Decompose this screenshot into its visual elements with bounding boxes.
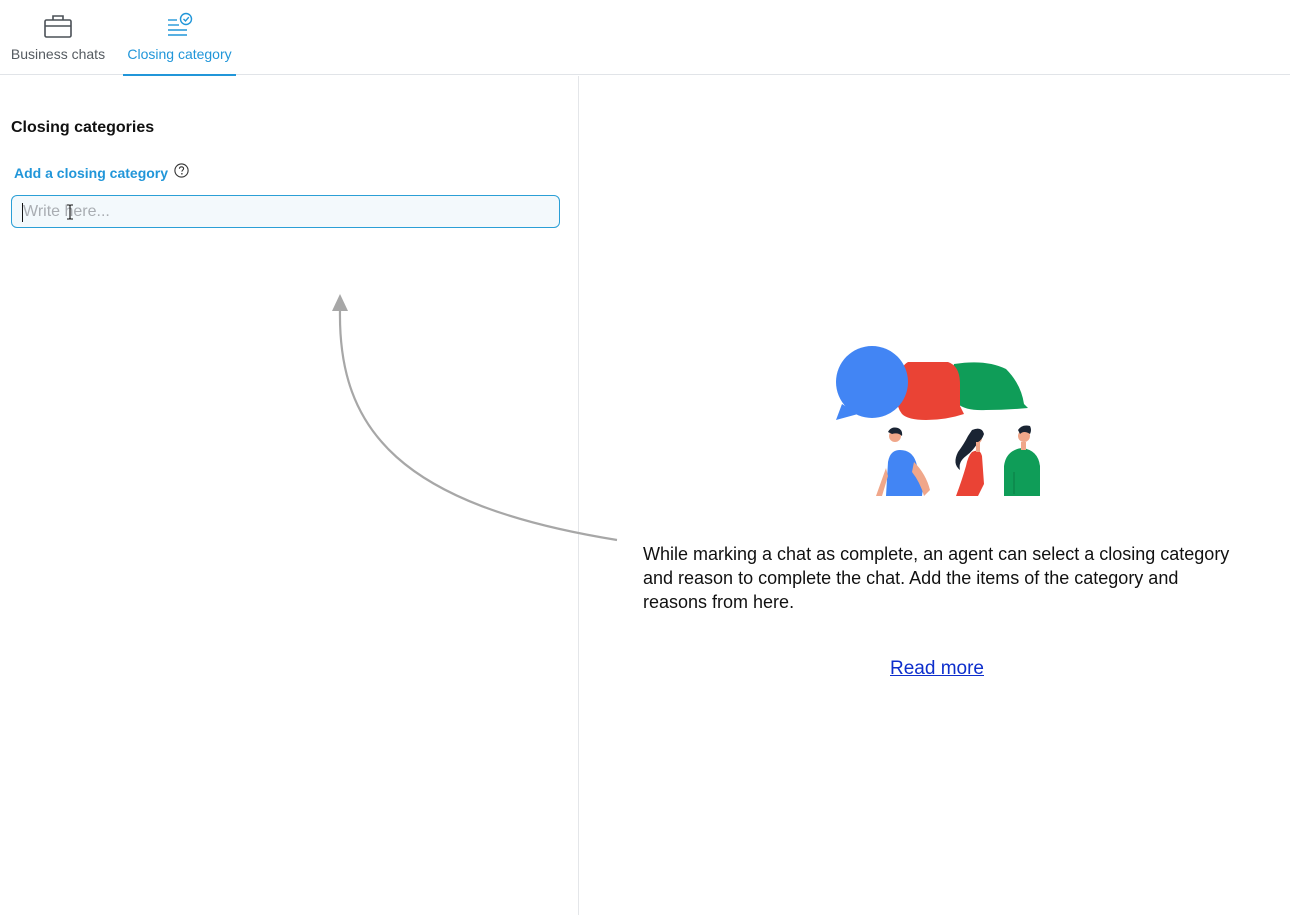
chat-bubbles-people-illustration <box>836 344 1042 501</box>
tab-closing-category-label: Closing category <box>127 46 232 62</box>
closing-category-input[interactable] <box>11 195 560 228</box>
tab-business-chats[interactable]: Business chats <box>0 0 116 75</box>
question-circle-icon[interactable] <box>174 162 189 178</box>
closing-categories-panel: Closing categories Add a closing categor… <box>0 76 579 915</box>
tab-closing-category[interactable]: Closing category <box>123 0 236 76</box>
list-check-icon <box>165 12 195 39</box>
add-category-label: Add a closing category <box>14 165 169 181</box>
closing-category-description: While marking a chat as complete, an age… <box>643 544 1230 612</box>
briefcase-icon <box>44 12 72 39</box>
add-category-label-row: Add a closing category <box>14 162 189 181</box>
text-caret <box>22 203 23 222</box>
section-title: Closing categories <box>11 119 155 136</box>
read-more-link[interactable]: Read more <box>890 658 984 680</box>
ibeam-cursor-icon <box>66 204 74 225</box>
tab-bar: Business chats Closing category <box>0 0 1290 76</box>
tab-business-chats-label: Business chats <box>10 46 106 62</box>
closing-category-page: Business chats Closing category Closing … <box>0 0 1290 915</box>
